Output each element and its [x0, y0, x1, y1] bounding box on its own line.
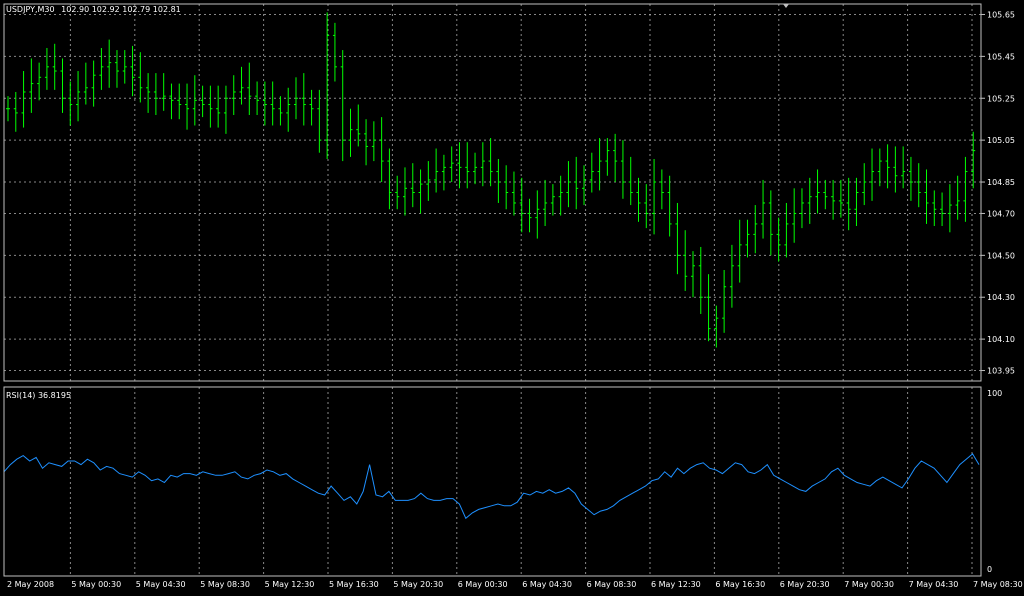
chart-svg: 2 May 2008 5 May 00:30 5 May 04:30 5 May 08…: [3, 3, 1023, 589]
y-tick-label: 104.10: [987, 335, 1015, 344]
x-tick-label: 7 May 04:30: [909, 580, 959, 589]
x-tick-label: 6 May 12:30: [651, 580, 701, 589]
rsi-tick-label: 100: [987, 389, 1002, 398]
y-tick-label: 104.50: [987, 251, 1015, 260]
x-tick-label: 5 May 04:30: [136, 580, 186, 589]
y-tick-label: 104.70: [987, 209, 1015, 218]
x-tick-label: 7 May 00:30: [844, 580, 894, 589]
x-tick-label: 6 May 04:30: [522, 580, 572, 589]
x-tick-label: 6 May 00:30: [458, 580, 508, 589]
rsi-line: [3, 453, 980, 520]
x-tick-label: 5 May 00:30: [71, 580, 121, 589]
y-tick-label: 105.05: [987, 136, 1015, 145]
grid: [4, 4, 981, 576]
price-header: USDJPY,M30 102.90 102.92 102.79 102.81: [6, 5, 181, 14]
x-tick-label: 6 May 16:30: [715, 580, 765, 589]
ohlc-readout: 102.90 102.92 102.79 102.81: [61, 5, 181, 14]
chart-frame: 2 May 2008 5 May 00:30 5 May 04:30 5 May 08…: [3, 3, 1023, 589]
y-tick-label: 105.45: [987, 52, 1015, 61]
x-tick-label: 7 May 08:30: [973, 580, 1023, 589]
y-tick-label: 105.25: [987, 94, 1015, 103]
x-tick-label: 5 May 12:30: [265, 580, 315, 589]
rsi-tick-label: 0: [987, 565, 992, 574]
rsi-header: RSI(14) 36.8195: [6, 391, 72, 400]
x-tick-label: 2 May 2008: [7, 580, 54, 589]
x-tick-label: 5 May 20:30: [393, 580, 443, 589]
rsi-line-group: [3, 453, 980, 520]
x-tick-label: 5 May 08:30: [200, 580, 250, 589]
x-tick-label: 5 May 16:30: [329, 580, 379, 589]
chart-window: 2 May 2008 5 May 00:30 5 May 04:30 5 May 08…: [0, 0, 1024, 594]
x-tick-label: 6 May 20:30: [780, 580, 830, 589]
symbol-timeframe: USDJPY,M30: [6, 5, 55, 14]
y-tick-label: 104.85: [987, 178, 1015, 187]
shift-marker-icon: [783, 4, 789, 8]
y-tick-label: 105.65: [987, 10, 1015, 19]
price-panel-frame: [3, 3, 982, 382]
y-tick-label: 104.30: [987, 293, 1015, 302]
rsi-panel-frame: [3, 386, 982, 577]
x-tick-label: 6 May 08:30: [587, 580, 637, 589]
y-tick-label: 103.95: [987, 367, 1015, 376]
